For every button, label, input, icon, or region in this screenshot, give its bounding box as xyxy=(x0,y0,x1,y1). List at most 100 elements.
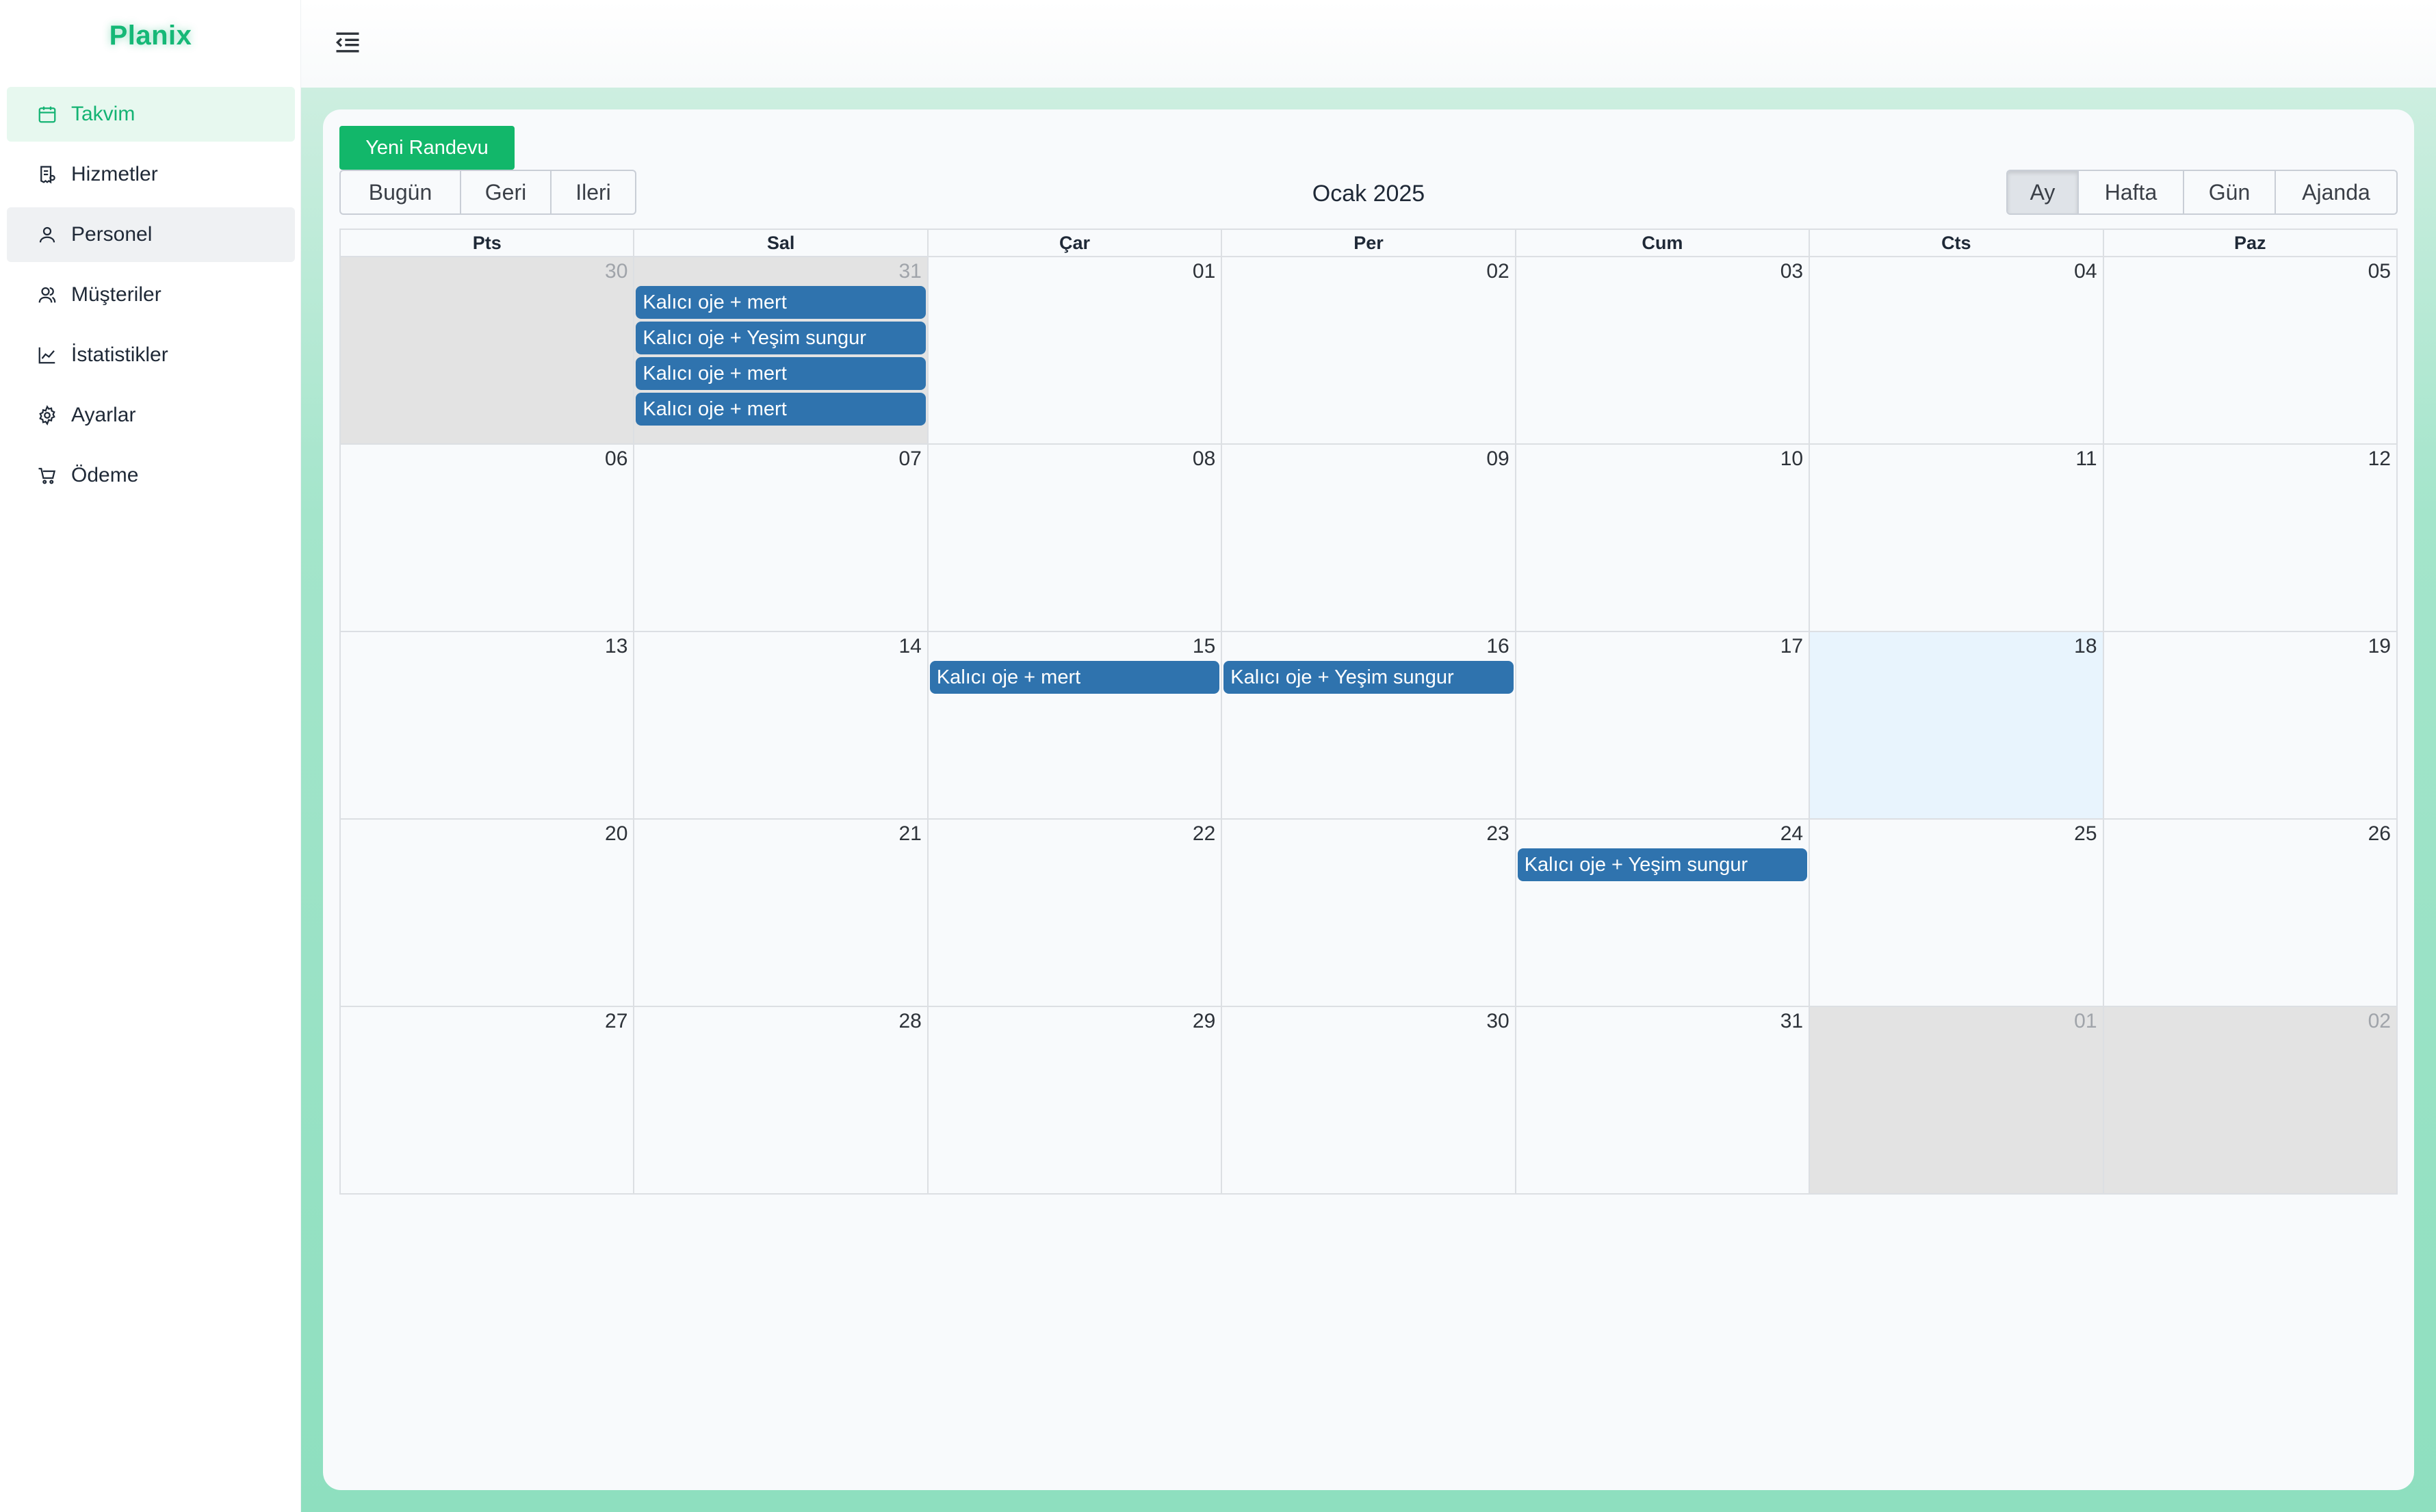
view-agenda-button[interactable]: Ajanda xyxy=(2276,171,2396,213)
day-cell[interactable]: 30 xyxy=(341,257,635,445)
week-row: 30 31 Kalıcı oje + mert Kalıcı oje + Yeşim … xyxy=(341,257,2398,445)
sidebar-item-ayarlar[interactable]: Ayarlar xyxy=(7,388,295,443)
day-number[interactable]: 10 xyxy=(1780,447,1803,471)
day-number[interactable]: 30 xyxy=(605,260,627,283)
event-item[interactable]: Kalıcı oje + mert xyxy=(636,286,926,319)
day-cell[interactable]: 10 xyxy=(1516,445,1811,632)
event-item[interactable]: Kalıcı oje + Yeşim sungur xyxy=(1223,661,1514,694)
day-number[interactable]: 05 xyxy=(2368,260,2391,283)
view-day-button[interactable]: Gün xyxy=(2184,171,2276,213)
day-number[interactable]: 13 xyxy=(605,635,627,658)
day-number[interactable]: 22 xyxy=(1193,822,1215,846)
day-cell[interactable]: 31 xyxy=(1516,1007,1811,1195)
day-cell[interactable]: 30 xyxy=(1222,1007,1516,1195)
day-number[interactable]: 24 xyxy=(1780,822,1803,846)
day-cell[interactable]: 19 xyxy=(2103,632,2398,820)
day-cell[interactable]: 20 xyxy=(341,820,635,1007)
sidebar-item-odeme[interactable]: Ödeme xyxy=(7,448,295,503)
event-item[interactable]: Kalıcı oje + Yeşim sungur xyxy=(1517,848,1808,881)
day-number[interactable]: 21 xyxy=(898,822,921,846)
sidebar-item-musteriler[interactable]: Müşteriler xyxy=(7,268,295,322)
day-number[interactable]: 03 xyxy=(1780,260,1803,283)
day-number[interactable]: 18 xyxy=(2074,635,2097,658)
day-number[interactable]: 19 xyxy=(2368,635,2391,658)
day-number[interactable]: 20 xyxy=(605,822,627,846)
day-number[interactable]: 11 xyxy=(2075,447,2097,471)
day-cell[interactable]: 26 xyxy=(2103,820,2398,1007)
event-item[interactable]: Kalıcı oje + mert xyxy=(636,393,926,426)
day-number[interactable]: 15 xyxy=(1193,635,1215,658)
day-cell[interactable]: 29 xyxy=(928,1007,1223,1195)
sidebar-item-hizmetler[interactable]: Hizmetler xyxy=(7,147,295,202)
event-item[interactable]: Kalıcı oje + mert xyxy=(636,357,926,390)
day-number[interactable]: 27 xyxy=(605,1010,627,1033)
day-cell[interactable]: 14 xyxy=(634,632,929,820)
day-cell[interactable]: 05 xyxy=(2103,257,2398,445)
sidebar-item-label: Takvim xyxy=(71,103,135,125)
day-number[interactable]: 26 xyxy=(2368,822,2391,846)
day-number[interactable]: 01 xyxy=(2074,1010,2097,1033)
day-cell[interactable]: 02 xyxy=(1222,257,1516,445)
sidebar-item-takvim[interactable]: Takvim xyxy=(7,87,295,142)
day-number[interactable]: 16 xyxy=(1486,635,1509,658)
day-cell[interactable]: 27 xyxy=(341,1007,635,1195)
day-number[interactable]: 30 xyxy=(1486,1010,1509,1033)
day-cell[interactable]: 04 xyxy=(1810,257,2104,445)
day-number[interactable]: 06 xyxy=(605,447,627,471)
day-number[interactable]: 28 xyxy=(898,1010,921,1033)
day-number[interactable]: 04 xyxy=(2074,260,2097,283)
line-chart-icon xyxy=(37,345,57,365)
view-button-group: Ay Hafta Gün Ajanda xyxy=(2006,170,2398,215)
day-cell-today[interactable]: 18 xyxy=(1810,632,2104,820)
day-number[interactable]: 29 xyxy=(1193,1010,1215,1033)
day-cell[interactable]: 02 xyxy=(2103,1007,2398,1195)
day-cell[interactable]: 01 xyxy=(1810,1007,2104,1195)
day-number[interactable]: 17 xyxy=(1780,635,1803,658)
new-appointment-button[interactable]: Yeni Randevu xyxy=(339,126,515,170)
brand-logo[interactable]: Planix xyxy=(0,21,301,51)
main-area: Yeni Randevu Bugün Geri Ileri Ocak 2025 … xyxy=(301,88,2436,1512)
weekday-header-cell: Çar xyxy=(928,230,1223,257)
day-cell[interactable]: 28 xyxy=(634,1007,929,1195)
day-cell[interactable]: 13 xyxy=(341,632,635,820)
day-number[interactable]: 02 xyxy=(2368,1010,2391,1033)
day-cell[interactable]: 06 xyxy=(341,445,635,632)
day-cell[interactable]: 01 xyxy=(928,257,1223,445)
day-cell[interactable]: 21 xyxy=(634,820,929,1007)
day-cell[interactable]: 11 xyxy=(1810,445,2104,632)
user-icon xyxy=(37,224,57,245)
day-cell[interactable]: 08 xyxy=(928,445,1223,632)
view-month-button[interactable]: Ay xyxy=(2008,171,2079,213)
day-cell[interactable]: 03 xyxy=(1516,257,1811,445)
day-number[interactable]: 23 xyxy=(1486,822,1509,846)
day-cell[interactable]: 07 xyxy=(634,445,929,632)
day-number[interactable]: 31 xyxy=(898,260,921,283)
day-cell[interactable]: 31 Kalıcı oje + mert Kalıcı oje + Yeşim su… xyxy=(634,257,929,445)
day-number[interactable]: 31 xyxy=(1780,1010,1803,1033)
day-cell[interactable]: 24 Kalıcı oje + Yeşim sungur xyxy=(1516,820,1811,1007)
sidebar-item-personel[interactable]: Personel xyxy=(7,207,295,262)
view-week-button[interactable]: Hafta xyxy=(2079,171,2184,213)
day-number[interactable]: 12 xyxy=(2368,447,2391,471)
day-number[interactable]: 08 xyxy=(1193,447,1215,471)
sidebar-item-istatistikler[interactable]: İstatistikler xyxy=(7,328,295,382)
day-number[interactable]: 14 xyxy=(898,635,921,658)
day-cell[interactable]: 17 xyxy=(1516,632,1811,820)
day-cell[interactable]: 22 xyxy=(928,820,1223,1007)
day-number[interactable]: 02 xyxy=(1486,260,1509,283)
gear-icon xyxy=(37,405,57,426)
day-number[interactable]: 25 xyxy=(2074,822,2097,846)
day-number[interactable]: 07 xyxy=(898,447,921,471)
day-cell[interactable]: 25 xyxy=(1810,820,2104,1007)
menu-toggle-icon[interactable] xyxy=(333,27,363,57)
day-cell[interactable]: 23 xyxy=(1222,820,1516,1007)
day-cell[interactable]: 12 xyxy=(2103,445,2398,632)
day-cell[interactable]: 15 Kalıcı oje + mert xyxy=(928,632,1223,820)
event-item[interactable]: Kalıcı oje + mert xyxy=(929,661,1220,694)
day-cell[interactable]: 09 xyxy=(1222,445,1516,632)
day-number[interactable]: 09 xyxy=(1486,447,1509,471)
day-number[interactable]: 01 xyxy=(1193,260,1215,283)
day-cell[interactable]: 16 Kalıcı oje + Yeşim sungur xyxy=(1222,632,1516,820)
sidebar-item-label: Müşteriler xyxy=(71,283,161,306)
event-item[interactable]: Kalıcı oje + Yeşim sungur xyxy=(636,322,926,354)
